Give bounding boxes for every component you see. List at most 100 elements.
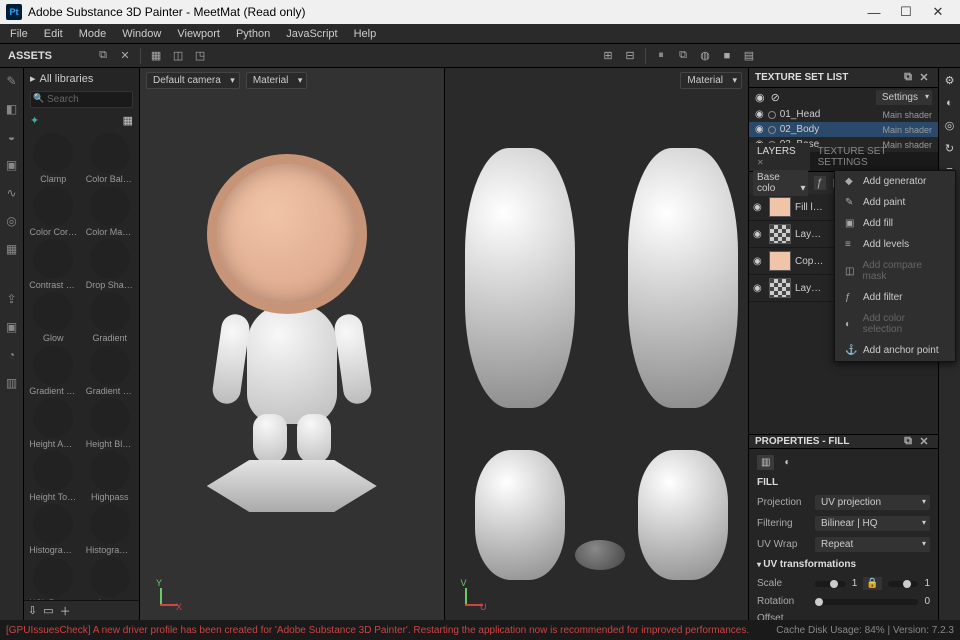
menu-file[interactable]: File <box>4 26 34 42</box>
3d-viewport[interactable]: Default camera Material Y X <box>140 68 444 620</box>
asset-item[interactable]: Histogram … <box>85 504 136 555</box>
maximize-button[interactable]: ☐ <box>890 4 922 20</box>
lock-icon[interactable]: 🔒 <box>863 577 881 590</box>
ts-close-icon[interactable]: ✕ <box>916 71 932 84</box>
material-tool-icon[interactable]: ▦ <box>3 240 21 258</box>
folder-icon[interactable]: ▭ <box>43 604 53 617</box>
asset-item[interactable]: Clamp <box>28 133 79 184</box>
asset-item[interactable]: Gradient C… <box>28 345 79 396</box>
eye-icon[interactable]: ◉ <box>755 109 764 120</box>
camera-icon[interactable]: ■ <box>716 46 738 66</box>
eye-icon[interactable]: ◉ <box>753 256 765 267</box>
uv-transformations-label[interactable]: UV transformations <box>763 559 856 570</box>
channel-select[interactable]: Base colo <box>753 170 808 196</box>
bake-icon[interactable]: ◔ <box>3 346 21 364</box>
asset-item[interactable]: Height Ble… <box>85 398 136 449</box>
menu-viewport[interactable]: Viewport <box>171 26 226 42</box>
eye-icon[interactable]: ◉ <box>753 283 765 294</box>
render-icon[interactable]: ▣ <box>3 318 21 336</box>
ts-link-all-icon[interactable]: ⊘ <box>771 91 780 104</box>
eraser-tool-icon[interactable]: ◧ <box>3 100 21 118</box>
assets-popout-icon[interactable]: ⧉ <box>92 46 114 66</box>
scale-x-slider[interactable] <box>815 581 846 587</box>
assets-search-input[interactable]: Search <box>30 91 133 108</box>
asset-item[interactable]: Contrast L… <box>28 239 79 290</box>
menu-javascript[interactable]: JavaScript <box>280 26 343 42</box>
effect-icon[interactable]: ƒ <box>814 176 826 190</box>
clone-tool-icon[interactable]: ◎ <box>3 212 21 230</box>
add-icon[interactable]: ＋ <box>60 603 71 619</box>
assets-close-icon[interactable]: ✕ <box>114 46 136 66</box>
eye-icon[interactable]: ◉ <box>753 229 765 240</box>
viewport-area[interactable]: Default camera Material Y X Material <box>140 68 748 620</box>
props-popout-icon[interactable]: ⧉ <box>900 435 916 448</box>
meetmat-model[interactable] <box>207 154 377 512</box>
textureset-row[interactable]: ◉01_HeadMain shader <box>749 107 938 122</box>
rotation-slider[interactable] <box>815 599 918 605</box>
tab-layers[interactable]: LAYERS ✕ <box>749 143 810 171</box>
brush-tool-icon[interactable]: ✎ <box>3 72 21 90</box>
material-select-right[interactable]: Material <box>680 72 742 89</box>
asset-item[interactable]: Highpass <box>85 451 136 502</box>
asset-item[interactable]: Color Cor… <box>28 186 79 237</box>
menu-help[interactable]: Help <box>348 26 383 42</box>
grid-alt-icon[interactable]: ⊟ <box>619 46 641 66</box>
assets-libraries-dropdown[interactable]: ▸ All libraries <box>24 68 139 89</box>
ctx-menu-item[interactable]: ≡Add levels <box>835 234 955 255</box>
asset-item[interactable]: Color Bala… <box>85 133 136 184</box>
textureset-row[interactable]: ◉02_BodyMain shader <box>749 122 938 137</box>
eye-icon[interactable]: ◉ <box>755 124 764 135</box>
menu-python[interactable]: Python <box>230 26 276 42</box>
asset-item[interactable]: Drop Shad… <box>85 239 136 290</box>
filter-icon[interactable]: ✦ <box>30 114 39 127</box>
camera-select[interactable]: Default camera <box>146 72 240 89</box>
asset-item[interactable]: Gradient <box>85 292 136 343</box>
props-material-tab-icon[interactable]: ◐ <box>784 457 790 468</box>
split-icon[interactable]: ◫ <box>167 46 189 66</box>
ctx-menu-item[interactable]: ƒAdd filter <box>835 287 955 308</box>
export-icon[interactable]: ⇪ <box>3 290 21 308</box>
asset-item[interactable]: Height Adj… <box>28 398 79 449</box>
eye-icon[interactable]: ◉ <box>753 202 765 213</box>
asset-item[interactable]: Gradient D… <box>85 345 136 396</box>
ctx-menu-item[interactable]: ⚓Add anchor point <box>835 340 955 361</box>
save-icon[interactable]: ▥ <box>3 374 21 392</box>
settings-gear-icon[interactable]: ⚙ <box>945 74 955 87</box>
shader-icon[interactable]: ◎ <box>945 119 955 132</box>
import-icon[interactable]: ⇩ <box>28 604 37 617</box>
menu-window[interactable]: Window <box>116 26 167 42</box>
ts-eye-all-icon[interactable]: ◉ <box>755 91 765 104</box>
asset-item[interactable]: Height To … <box>28 451 79 502</box>
2d-viewport[interactable]: Material V U <box>444 68 749 620</box>
props-fill-tab-icon[interactable]: ▥ <box>757 455 774 470</box>
menu-edit[interactable]: Edit <box>38 26 69 42</box>
scale-y-slider[interactable] <box>888 581 919 587</box>
display-icon[interactable]: ◐ <box>946 97 953 109</box>
ts-settings-dropdown[interactable]: Settings <box>876 90 932 105</box>
ctx-menu-item[interactable]: ◆Add generator <box>835 171 955 192</box>
smudge-tool-icon[interactable]: ∿ <box>3 184 21 202</box>
ts-popout-icon[interactable]: ⧉ <box>900 71 916 84</box>
grid-icon[interactable]: ▦ <box>145 46 167 66</box>
threed-icon[interactable]: ◳ <box>189 46 211 66</box>
history-icon[interactable]: ↻ <box>945 142 954 155</box>
layers-icon[interactable]: ▤ <box>738 46 760 66</box>
linked-icon[interactable]: ⧉ <box>672 46 694 66</box>
props-close-icon[interactable]: ✕ <box>916 435 932 448</box>
tab-textureset-settings[interactable]: TEXTURE SET SETTINGS <box>810 143 938 171</box>
pause-icon[interactable]: ⏸ <box>650 46 672 66</box>
ctx-menu-item[interactable]: ▣Add fill <box>835 213 955 234</box>
asset-item[interactable]: Glow <box>28 292 79 343</box>
cube-icon[interactable]: ◍ <box>694 46 716 66</box>
ctx-menu-item[interactable]: ✎Add paint <box>835 192 955 213</box>
projection-tool-icon[interactable]: ◒ <box>3 128 21 146</box>
close-button[interactable]: ✕ <box>922 4 954 20</box>
minimize-button[interactable]: — <box>858 5 890 20</box>
tab-close-icon[interactable]: ✕ <box>757 158 764 167</box>
fill-tool-icon[interactable]: ▣ <box>3 156 21 174</box>
grid-display-icon[interactable]: ▦ <box>123 114 133 127</box>
material-select-left[interactable]: Material <box>246 72 308 89</box>
asset-item[interactable]: HSL Perce… <box>28 557 79 600</box>
grid-view-icon[interactable]: ⊞ <box>597 46 619 66</box>
asset-item[interactable]: Histogram … <box>28 504 79 555</box>
